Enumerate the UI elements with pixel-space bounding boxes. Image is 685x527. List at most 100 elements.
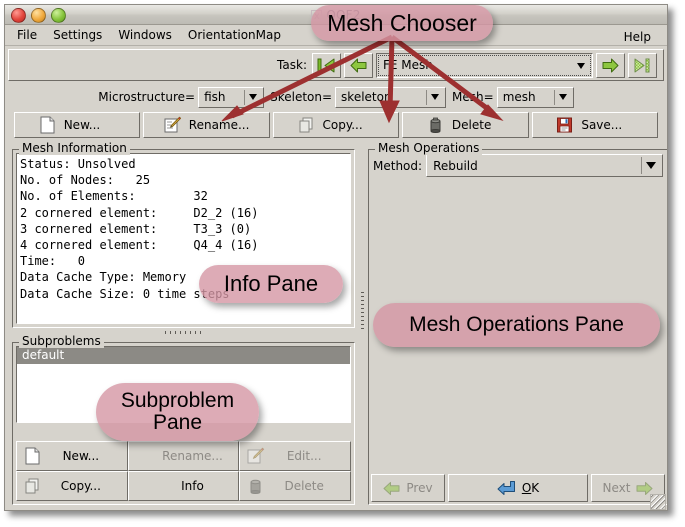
splitter-grip — [165, 331, 205, 334]
mesh-rename-label: Rename... — [188, 118, 250, 132]
microstructure-chooser[interactable]: fish — [198, 86, 265, 108]
mesh-delete-label: Delete — [451, 118, 492, 132]
mesh-label: Mesh= — [452, 90, 494, 104]
method-combo[interactable]: Rebuild — [426, 154, 663, 177]
next-label: Next — [602, 481, 631, 495]
mesh-new-label: New... — [63, 118, 101, 132]
arrow-left-icon — [383, 481, 400, 495]
resize-grip[interactable] — [650, 494, 666, 510]
mesh-chooser[interactable]: mesh — [496, 86, 574, 108]
mesh-copy-label: Copy... — [322, 118, 363, 132]
copy-icon — [24, 477, 42, 496]
task-combo[interactable]: FE Mesh — [376, 52, 593, 78]
subproblem-new-button[interactable]: New... — [16, 441, 128, 471]
microstructure-value: fish — [204, 90, 226, 104]
mesh-operations-frame: Mesh Operations Method: Rebuild Prev OK … — [368, 142, 667, 505]
mesh-value: mesh — [502, 90, 536, 104]
new-document-icon — [39, 116, 56, 134]
mesh-operations-legend: Mesh Operations — [375, 142, 483, 155]
vertical-splitter[interactable] — [359, 142, 367, 507]
menubar: File Settings Windows OrientationMap Hel… — [5, 25, 667, 46]
ok-label-rest: K — [531, 481, 540, 495]
mesh-save-button[interactable]: Save... — [531, 112, 659, 138]
new-document-icon — [24, 447, 42, 466]
method-label: Method: — [373, 158, 423, 173]
menu-orientationmap[interactable]: OrientationMap — [181, 26, 288, 44]
mesh-copy-button[interactable]: Copy... — [272, 112, 400, 138]
ok-label: OK — [522, 481, 539, 495]
mesh-operations-box: Method: Rebuild Prev OK Next — [368, 149, 667, 505]
menu-windows[interactable]: Windows — [111, 26, 179, 44]
mesh-delete-button[interactable]: Delete — [402, 112, 529, 138]
blank-icon — [136, 477, 154, 496]
chevron-down-icon — [577, 62, 585, 69]
subproblems-list[interactable]: default — [16, 346, 351, 423]
subproblem-delete-label: Delete — [284, 479, 324, 493]
subproblems-frame: Subproblems default New... Rename... Edi… — [12, 335, 355, 505]
mesh-operations-nav: Prev OK Next — [371, 474, 665, 502]
subproblem-edit-button[interactable]: Edit... — [239, 441, 352, 471]
skeleton-label: Skeleton= — [270, 90, 333, 104]
window-titlebar: x OOF2 — [5, 5, 667, 25]
enter-return-icon — [497, 481, 515, 495]
chevron-down-icon[interactable] — [244, 89, 261, 105]
mesh-information-frame: Mesh Information Status: Unsolved No. of… — [12, 142, 355, 328]
copy-icon — [298, 116, 315, 134]
menu-help[interactable]: Help — [617, 28, 658, 46]
subproblem-rename-button[interactable]: Rename... — [127, 441, 240, 471]
trash-icon — [247, 477, 265, 496]
ok-label-underlined: O — [521, 481, 532, 495]
skeleton-value: skeleton — [341, 90, 392, 104]
microstructure-label: Microstructure= — [98, 90, 196, 104]
list-item[interactable]: default — [17, 347, 350, 364]
subproblem-new-label: New... — [62, 449, 100, 463]
subproblems-legend: Subproblems — [19, 335, 104, 348]
task-last-button[interactable] — [628, 52, 657, 78]
menu-settings[interactable]: Settings — [46, 26, 109, 44]
right-pane: Mesh Operations Method: Rebuild Prev OK … — [368, 142, 667, 507]
left-pane: Mesh Information Status: Unsolved No. of… — [10, 142, 357, 507]
mesh-information-legend: Mesh Information — [19, 142, 130, 155]
task-label: Task: — [277, 58, 307, 72]
panes-container: Mesh Information Status: Unsolved No. of… — [10, 142, 667, 507]
subproblem-info-label: Info — [181, 479, 204, 493]
method-row: Method: Rebuild — [373, 154, 663, 177]
method-value: Rebuild — [433, 158, 478, 173]
skeleton-chooser[interactable]: skeleton — [335, 86, 447, 108]
subproblem-delete-button[interactable]: Delete — [239, 471, 352, 501]
subproblem-info-button[interactable]: Info — [127, 471, 240, 501]
ok-button[interactable]: OK — [448, 474, 588, 502]
mesh-save-label: Save... — [581, 118, 623, 132]
menu-file[interactable]: File — [10, 26, 44, 44]
subproblem-button-row-1: New... Rename... Edit... — [16, 441, 352, 471]
splitter-grip — [361, 292, 364, 330]
subproblem-rename-label: Rename... — [162, 449, 223, 463]
arrow-right-icon — [602, 58, 619, 72]
mesh-new-button[interactable]: New... — [14, 112, 141, 138]
arrow-first-icon — [317, 58, 335, 72]
subproblem-button-grid: New... Rename... Edit... Copy... Info De… — [16, 441, 352, 501]
prev-button[interactable]: Prev — [371, 474, 445, 502]
task-prev-button[interactable] — [344, 52, 373, 78]
task-toolbar: Task: FE Mesh — [8, 49, 664, 81]
chevron-down-icon[interactable] — [641, 157, 660, 174]
subproblem-button-row-2: Copy... Info Delete — [16, 471, 352, 501]
chevron-down-icon[interactable] — [426, 89, 443, 105]
oof2-main-window: x OOF2 File Settings Windows Orientation… — [4, 4, 668, 511]
subproblems-box: default New... Rename... Edit... Copy...… — [12, 342, 355, 505]
subproblem-edit-label: Edit... — [286, 449, 322, 463]
window-title-text: OOF2 — [326, 8, 361, 22]
prev-label: Prev — [406, 481, 433, 495]
window-body: Task: FE Mesh Microstructure= fish Skele… — [5, 46, 667, 510]
task-first-button[interactable] — [312, 52, 341, 78]
blank-icon — [136, 447, 154, 466]
chooser-toolbar: Microstructure= fish Skeleton= skeleton … — [8, 84, 664, 110]
mesh-rename-button[interactable]: Rename... — [143, 112, 270, 138]
arrow-left-icon — [350, 58, 367, 72]
chevron-down-icon[interactable] — [553, 89, 571, 105]
subproblem-copy-button[interactable]: Copy... — [16, 471, 128, 501]
task-next-button[interactable] — [596, 52, 625, 78]
mesh-information-box: Status: Unsolved No. of Nodes: 25 No. of… — [12, 149, 355, 328]
mesh-information-textview[interactable]: Status: Unsolved No. of Nodes: 25 No. of… — [16, 153, 351, 324]
floppy-save-icon — [556, 116, 573, 134]
